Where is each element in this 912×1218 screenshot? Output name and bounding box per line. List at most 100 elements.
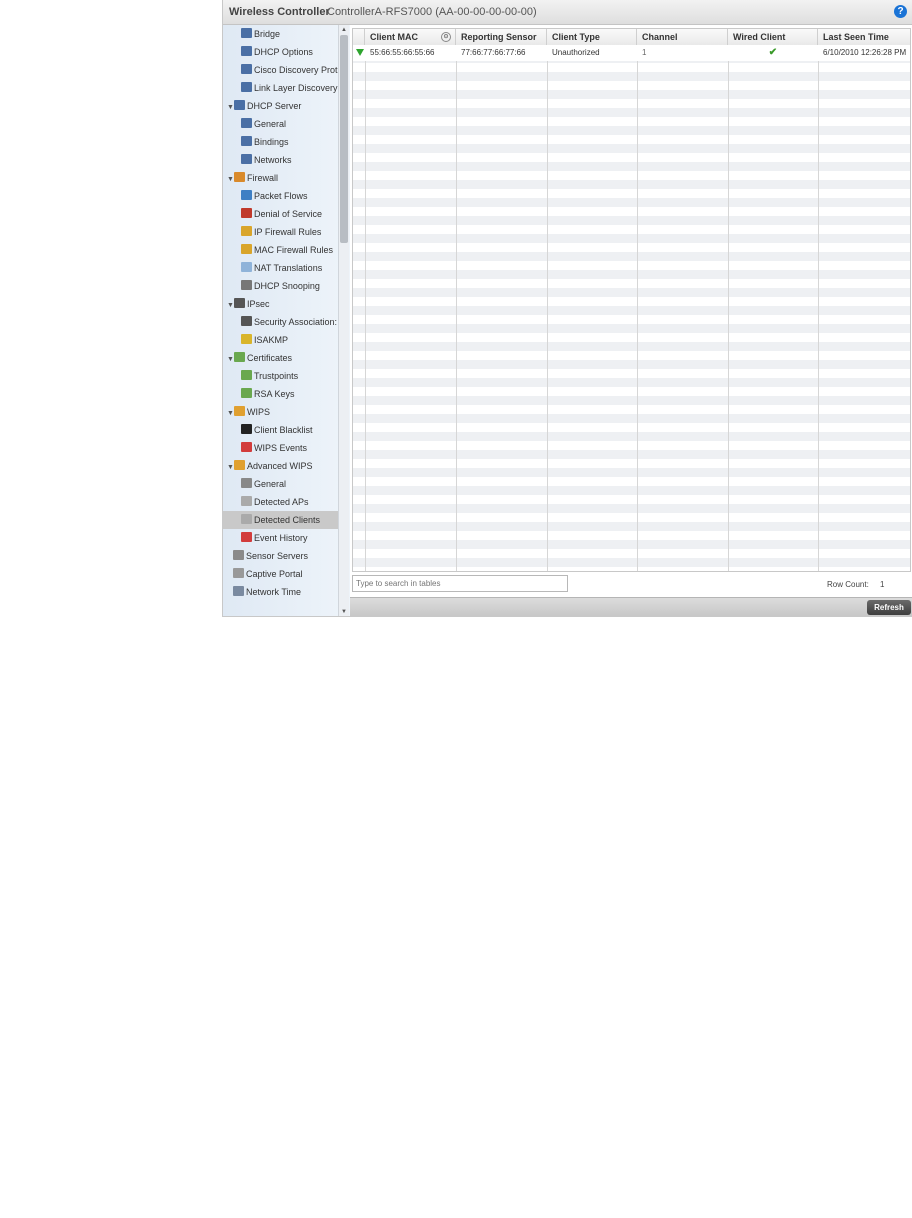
sidebar-item-label: WIPS Events — [254, 443, 308, 453]
sidebar-item-advanced-wips[interactable]: ▼ Advanced WIPS — [223, 457, 338, 475]
sidebar-item-link-layer-discovery[interactable]: Link Layer Discovery — [223, 79, 338, 97]
cell-client-mac: 55:66:55:66:55:66 — [370, 48, 435, 57]
sidebar-item-label: Link Layer Discovery — [254, 83, 338, 93]
column-divider — [547, 45, 548, 571]
column-divider — [456, 45, 457, 571]
sidebar-item-cisco-discovery-prot[interactable]: Cisco Discovery Prot — [223, 61, 338, 79]
sidebar-item-dhcp-server[interactable]: ▼ DHCP Server — [223, 97, 338, 115]
sidebar-item-ipsec[interactable]: ▼ IPsec — [223, 295, 338, 313]
table-row[interactable]: 55:66:55:66:55:66 77:66:77:66:77:66 Unau… — [353, 45, 910, 61]
sidebar-item-label: Certificates — [247, 353, 293, 363]
search-input[interactable] — [352, 575, 568, 592]
network-icon — [241, 82, 252, 92]
cell-reporting-sensor: 77:66:77:66:77:66 — [461, 48, 526, 57]
sidebar-item-packet-flows[interactable]: Packet Flows — [223, 187, 338, 205]
sidebar-item-label: Bindings — [254, 137, 289, 147]
sidebar-item-label: Captive Portal — [246, 569, 303, 579]
network-icon — [241, 154, 252, 164]
column-header-wired-client[interactable]: Wired Client — [728, 29, 818, 45]
sidebar-item-networks[interactable]: Networks — [223, 151, 338, 169]
sidebar-item-label: DHCP Snooping — [254, 281, 320, 291]
network-icon — [241, 64, 252, 74]
scroll-up-icon[interactable]: ▲ — [339, 27, 349, 33]
sidebar-scrollbar[interactable]: ▲ ▼ — [338, 25, 349, 616]
sidebar-item-rsa-keys[interactable]: RSA Keys — [223, 385, 338, 403]
sidebar-item-label: Bridge — [254, 29, 281, 39]
sidebar-item-label: Event History — [254, 533, 308, 543]
network-icon — [241, 28, 252, 38]
column-header-channel[interactable]: Channel — [637, 29, 728, 45]
firewall-rules-icon — [241, 244, 252, 254]
sidebar-item-denial-of-service[interactable]: Denial of Service — [223, 205, 338, 223]
sidebar-item-label: MAC Firewall Rules — [254, 245, 334, 255]
column-header-client-mac[interactable]: Client MAC ⊙ — [365, 29, 456, 45]
column-divider — [637, 45, 638, 571]
sidebar-item-firewall[interactable]: ▼ Firewall — [223, 169, 338, 187]
sidebar-item-captive-portal[interactable]: Captive Portal — [223, 565, 338, 583]
sidebar-item-general[interactable]: General — [223, 115, 338, 133]
sort-icon[interactable]: ⊙ — [441, 32, 451, 42]
sidebar-item-label: Denial of Service — [254, 209, 323, 219]
table-header: Client MAC ⊙ Reporting Sensor Client Typ… — [353, 29, 910, 46]
sidebar-item-label: Advanced WIPS — [247, 461, 313, 471]
column-header-client-type[interactable]: Client Type — [547, 29, 637, 45]
sidebar-item-wips-events[interactable]: WIPS Events — [223, 439, 338, 457]
sidebar-item-security-association[interactable]: Security Association: — [223, 313, 338, 331]
sidebar-item-detected-clients[interactable]: Detected Clients — [223, 511, 338, 529]
sidebar-item-event-history[interactable]: Event History — [223, 529, 338, 547]
certificate-icon — [241, 370, 252, 380]
cell-client-type: Unauthorized — [552, 48, 600, 57]
cell-channel: 1 — [642, 48, 647, 57]
sidebar-item-certificates[interactable]: ▼ Certificates — [223, 349, 338, 367]
sidebar-item-nat-translations[interactable]: NAT Translations — [223, 259, 338, 277]
sidebar-item-label: Cisco Discovery Prot — [254, 65, 338, 75]
access-point-icon — [241, 514, 252, 524]
sidebar-item-label: DHCP Options — [254, 47, 313, 57]
help-icon[interactable]: ? — [894, 5, 907, 18]
main-panel: Client MAC ⊙ Reporting Sensor Client Typ… — [350, 25, 912, 616]
dhcp-snooping-icon — [241, 280, 252, 290]
refresh-button[interactable]: Refresh — [867, 600, 911, 615]
sidebar-item-general[interactable]: General — [223, 475, 338, 493]
table-body — [353, 45, 910, 571]
sidebar-item-dhcp-options[interactable]: DHCP Options — [223, 43, 338, 61]
column-divider — [365, 45, 366, 571]
sidebar-item-sensor-servers[interactable]: Sensor Servers — [223, 547, 338, 565]
network-icon — [234, 100, 245, 110]
sidebar-item-bridge[interactable]: Bridge — [223, 25, 338, 43]
scrollbar-thumb[interactable] — [340, 35, 348, 243]
network-icon — [241, 118, 252, 128]
title-bar: Wireless Controller ControllerA-RFS7000 … — [223, 0, 912, 25]
sidebar-item-ip-firewall-rules[interactable]: IP Firewall Rules — [223, 223, 338, 241]
firewall-icon — [234, 172, 245, 182]
sidebar-item-label: Sensor Servers — [246, 551, 309, 561]
column-header-last-seen[interactable]: Last Seen Time — [818, 29, 910, 45]
settings-icon — [241, 478, 252, 488]
column-header-reporting-sensor[interactable]: Reporting Sensor — [456, 29, 547, 45]
row-count-label: Row Count: — [827, 580, 869, 589]
blacklist-icon — [241, 424, 252, 434]
sidebar-item-label: General — [254, 119, 287, 129]
footer-bar: Refresh — [350, 597, 912, 616]
sidebar-item-label: NAT Translations — [254, 263, 323, 273]
status-column-header — [353, 29, 365, 45]
sidebar-item-bindings[interactable]: Bindings — [223, 133, 338, 151]
cell-last-seen: 6/10/2010 12:26:28 PM — [823, 48, 907, 57]
sidebar-item-label: Packet Flows — [254, 191, 308, 201]
scroll-down-icon[interactable]: ▼ — [339, 609, 349, 615]
key-icon — [241, 334, 252, 344]
sidebar-item-mac-firewall-rules[interactable]: MAC Firewall Rules — [223, 241, 338, 259]
sidebar-item-isakmp[interactable]: ISAKMP — [223, 331, 338, 349]
sidebar-item-label: Network Time — [246, 587, 302, 597]
packet-flows-icon — [241, 190, 252, 200]
sidebar-item-label: General — [254, 479, 287, 489]
wips-icon — [234, 406, 245, 416]
sidebar-item-wips[interactable]: ▼ WIPS — [223, 403, 338, 421]
sidebar-item-label: Detected APs — [254, 497, 309, 507]
sidebar-item-detected-aps[interactable]: Detected APs — [223, 493, 338, 511]
sidebar-item-client-blacklist[interactable]: Client Blacklist — [223, 421, 338, 439]
sidebar-item-label: RSA Keys — [254, 389, 295, 399]
sidebar-item-dhcp-snooping[interactable]: DHCP Snooping — [223, 277, 338, 295]
sidebar-item-trustpoints[interactable]: Trustpoints — [223, 367, 338, 385]
sidebar-item-network-time[interactable]: Network Time — [223, 583, 338, 601]
